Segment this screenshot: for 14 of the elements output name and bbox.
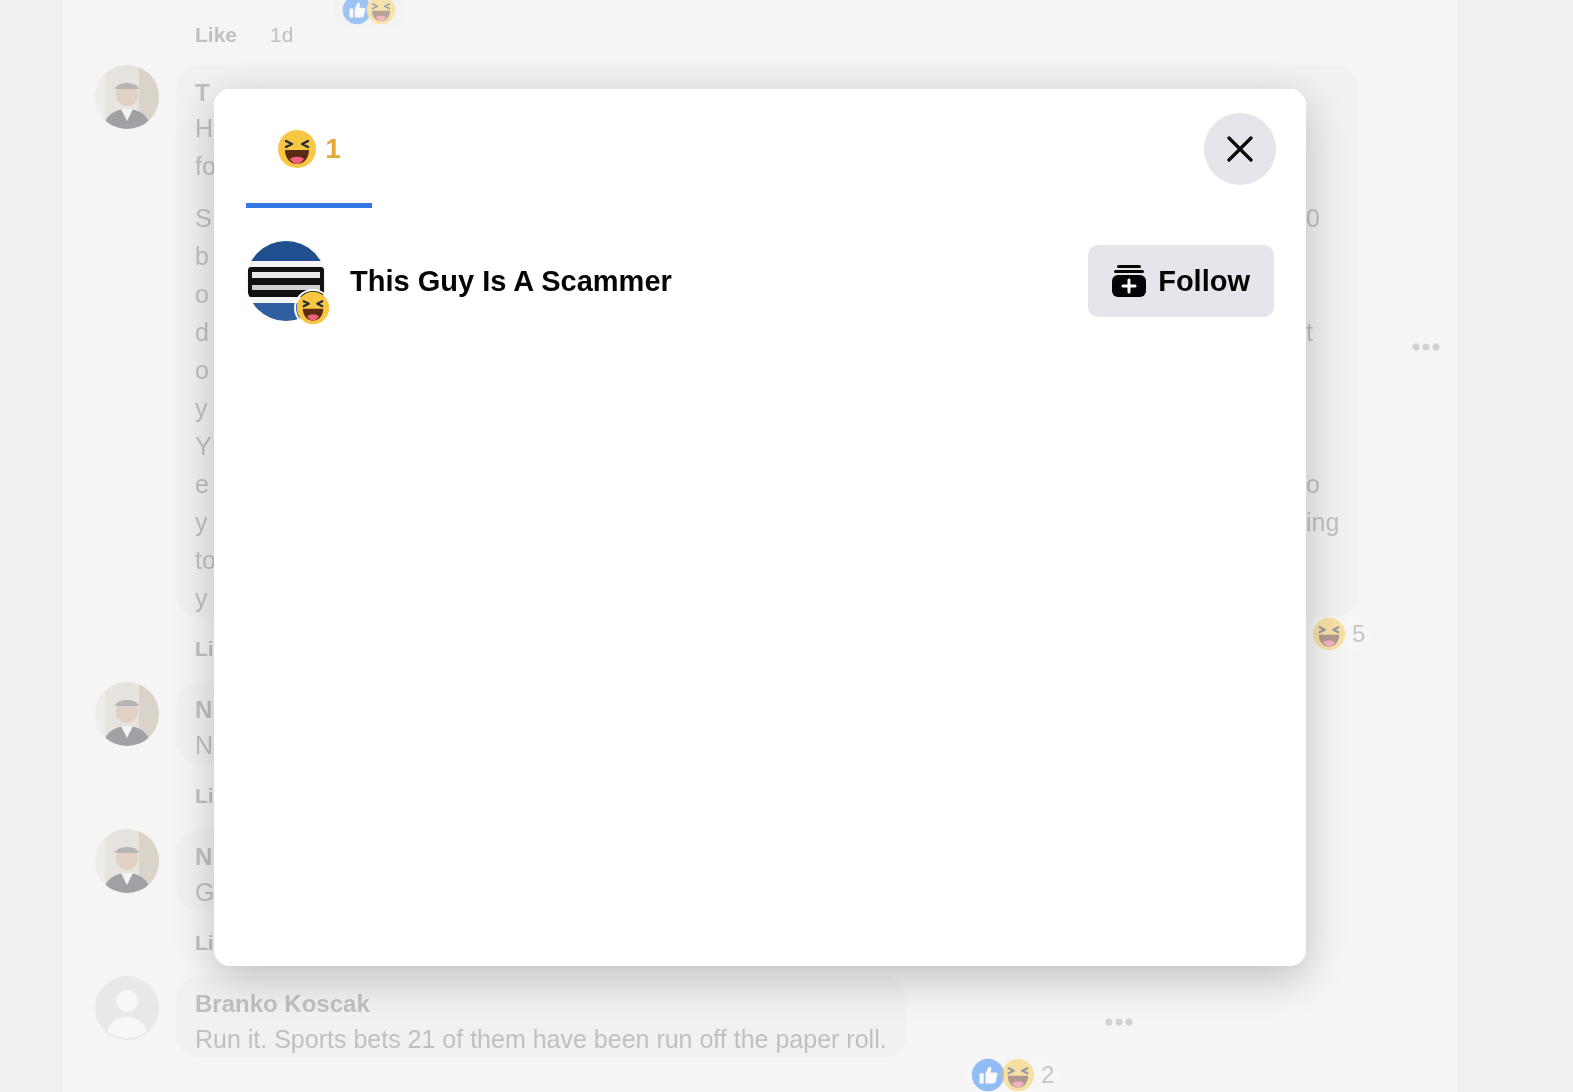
more-icon[interactable] [1105, 1018, 1133, 1026]
haha-icon [296, 291, 330, 325]
reaction-tab[interactable]: 1 [246, 97, 372, 208]
close-icon [1227, 136, 1253, 162]
haha-icon [277, 129, 318, 169]
haha-icon [1312, 617, 1346, 651]
person-name[interactable]: This Guy Is A Scammer [350, 264, 1089, 298]
follow-button[interactable]: Follow [1088, 245, 1274, 317]
haha-icon [1001, 1058, 1035, 1092]
like-icon [971, 1058, 1005, 1092]
add-page-icon [1112, 265, 1147, 297]
like-icon [342, 0, 372, 25]
more-icon[interactable] [1412, 343, 1440, 351]
haha-icon [366, 0, 396, 25]
